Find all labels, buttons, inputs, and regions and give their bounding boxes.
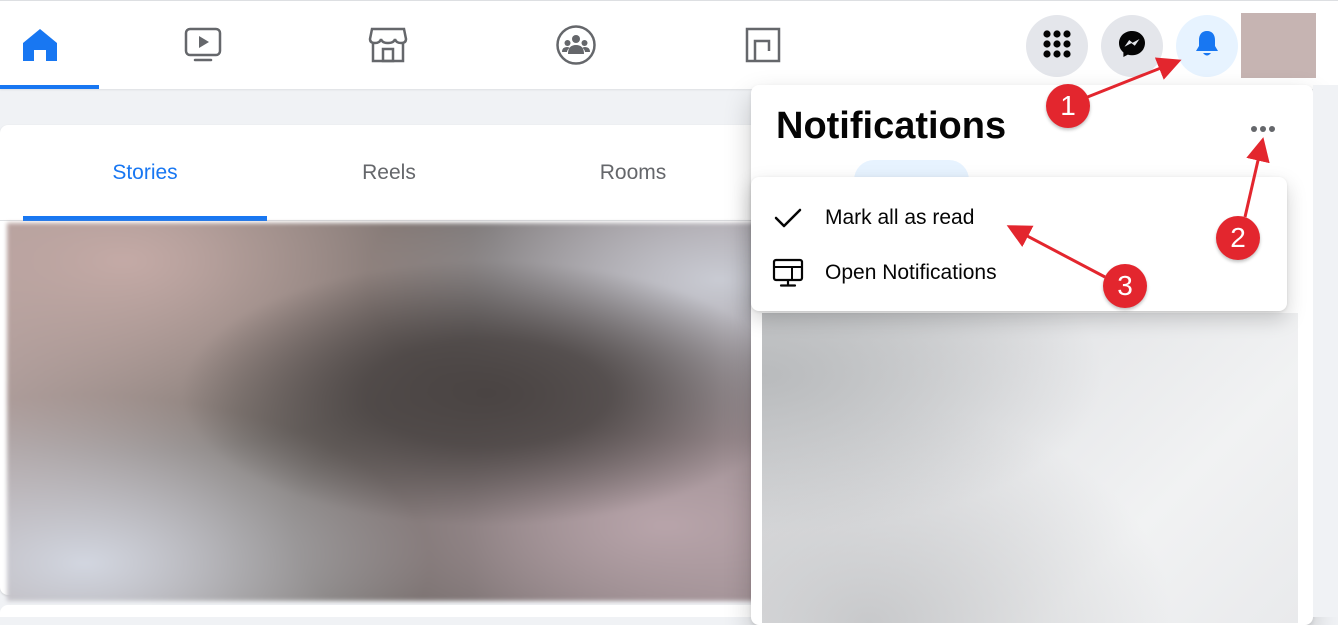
bell-icon: [1193, 29, 1221, 64]
video-icon: [184, 27, 222, 63]
nav-tab-gaming[interactable]: [715, 1, 810, 89]
home-icon: [22, 27, 59, 63]
more-horizontal-icon: [1250, 120, 1276, 138]
notifications-button[interactable]: [1176, 15, 1238, 77]
notifications-panel: Notifications: [751, 85, 1313, 625]
stories-tabs: Stories Reels Rooms: [0, 125, 790, 221]
nav-tab-groups[interactable]: [528, 1, 623, 89]
story-preview-image[interactable]: [7, 223, 782, 601]
notifications-options-menu: Mark all as read Open Notifications: [751, 177, 1287, 311]
mark-all-as-read-item[interactable]: Mark all as read: [751, 193, 1287, 243]
step-badge-2: 2: [1216, 216, 1260, 260]
menu-button[interactable]: [1026, 15, 1088, 77]
top-navigation-bar: [0, 0, 1338, 89]
profile-avatar[interactable]: [1241, 13, 1316, 78]
messenger-icon: [1117, 29, 1147, 64]
gaming-icon: [745, 27, 781, 63]
store-icon: [368, 27, 408, 63]
open-notifications-label: Open Notifications: [825, 261, 997, 284]
mark-all-as-read-label: Mark all as read: [825, 206, 975, 229]
notifications-list-blurred: [762, 313, 1298, 623]
stories-card: Stories Reels Rooms: [0, 125, 790, 601]
nav-tab-marketplace[interactable]: [340, 1, 435, 89]
tab-rooms[interactable]: Rooms: [511, 125, 755, 220]
step-badge-3: 3: [1103, 264, 1147, 308]
active-tab-indicator: [0, 85, 99, 89]
grid-icon: [1042, 29, 1072, 64]
tab-stories[interactable]: Stories: [23, 125, 267, 221]
monitor-icon: [751, 258, 825, 288]
notifications-more-button[interactable]: [1241, 113, 1285, 145]
nav-tab-home[interactable]: [0, 1, 99, 89]
open-notifications-item[interactable]: Open Notifications: [751, 248, 1287, 298]
next-card-edge: [0, 605, 760, 617]
page-edge: [1313, 85, 1338, 617]
step-badge-1: 1: [1046, 84, 1090, 128]
groups-icon: [555, 24, 597, 66]
checkmark-icon: [751, 207, 825, 229]
notifications-title: Notifications: [776, 105, 1007, 147]
messenger-button[interactable]: [1101, 15, 1163, 77]
nav-tab-watch[interactable]: [155, 1, 250, 89]
tab-reels[interactable]: Reels: [267, 125, 511, 220]
